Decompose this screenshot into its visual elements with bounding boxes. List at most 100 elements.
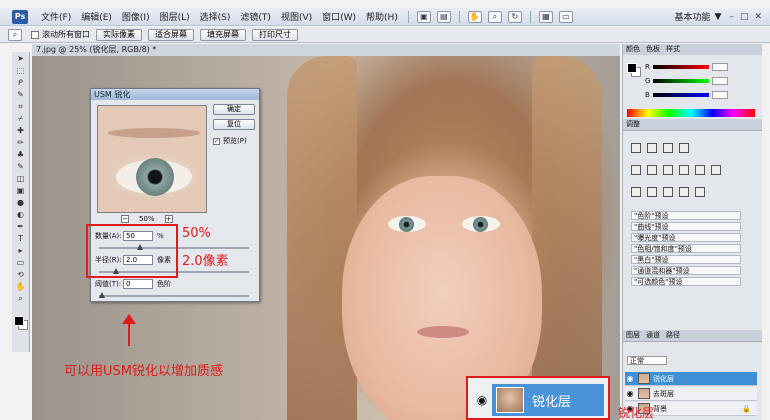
arrange-documents-icon[interactable]: ▦ [538, 10, 553, 23]
preset-levels[interactable]: "色阶"预设 [631, 211, 741, 220]
eye-icon[interactable]: ◉ [625, 389, 635, 398]
green-slider[interactable] [653, 79, 710, 83]
preview-checkbox[interactable]: ✓ 预览(P) [213, 136, 247, 146]
ok-button[interactable]: 确定 [213, 104, 255, 115]
blur-tool-icon[interactable]: ● [14, 198, 28, 208]
lasso-tool-icon[interactable]: ᑭ [14, 78, 28, 88]
type-tool-icon[interactable]: T [14, 234, 28, 244]
shape-tool-icon[interactable]: ▭ [14, 258, 28, 268]
hand-tool-icon[interactable]: ✋ [467, 10, 482, 23]
color-spectrum[interactable] [627, 109, 755, 117]
zoom-out-button[interactable]: − [121, 215, 129, 223]
tab-channels[interactable]: 通道 [646, 330, 660, 341]
bridge-icon[interactable]: ▣ [416, 10, 431, 23]
menu-filter[interactable]: 滤镜(T) [235, 10, 276, 23]
zoom-tool-preset-icon[interactable]: ⌕ [8, 28, 22, 41]
threshold-slider[interactable] [99, 292, 249, 298]
layer-row-despeckle[interactable]: ◉ 去斑层 [625, 387, 757, 401]
marquee-tool-icon[interactable]: ⬚ [14, 66, 28, 76]
panel-foreground-color[interactable] [627, 63, 637, 73]
crop-tool-icon[interactable]: ⌗ [14, 102, 28, 112]
color-balance-icon[interactable] [663, 165, 673, 175]
print-size-button[interactable]: 打印尺寸 [252, 28, 298, 41]
mini-bridge-icon[interactable]: ▤ [436, 10, 451, 23]
red-slider[interactable] [652, 65, 709, 69]
quick-select-tool-icon[interactable]: ✎ [14, 90, 28, 100]
preset-black-white[interactable]: "黑白"预设 [631, 255, 741, 264]
eye-icon[interactable]: ◉ [625, 374, 635, 383]
screen-mode-icon[interactable]: ▭ [558, 10, 573, 23]
hand-tool-icon[interactable]: ✋ [14, 282, 28, 292]
scroll-all-windows-checkbox[interactable]: 滚动所有窗口 [31, 29, 90, 40]
preset-channel-mixer[interactable]: "通道混和器"预设 [631, 266, 741, 275]
red-value[interactable] [711, 63, 728, 71]
clone-stamp-icon[interactable]: ♣ [14, 150, 28, 160]
blue-value[interactable] [711, 91, 728, 99]
threshold-icon[interactable] [663, 187, 673, 197]
actual-pixels-button[interactable]: 实际像素 [96, 28, 142, 41]
tab-paths[interactable]: 路径 [666, 330, 680, 341]
tab-styles[interactable]: 样式 [666, 44, 680, 55]
menu-help[interactable]: 帮助(H) [361, 10, 403, 23]
zoom-in-button[interactable]: + [164, 215, 173, 223]
threshold-input[interactable] [123, 279, 153, 289]
tab-swatches[interactable]: 色板 [646, 44, 660, 55]
minimize-icon[interactable]: – [729, 12, 734, 22]
move-tool-icon[interactable]: ➤ [14, 54, 28, 64]
layer-row-sharpen[interactable]: ◉ 锐化层 [625, 372, 757, 386]
dialog-preview[interactable] [97, 105, 207, 213]
invert-icon[interactable] [631, 187, 641, 197]
gradient-map-icon[interactable] [679, 187, 689, 197]
hue-saturation-icon[interactable] [647, 165, 657, 175]
history-brush-icon[interactable]: ✎ [14, 162, 28, 172]
photo-filter-icon[interactable] [695, 165, 705, 175]
fill-screen-button[interactable]: 填充屏幕 [200, 28, 246, 41]
preset-hue-saturation[interactable]: "色相/饱和度"预设 [631, 244, 741, 253]
gradient-tool-icon[interactable]: ▣ [14, 186, 28, 196]
zoom-tool-icon[interactable]: ⌕ [14, 294, 28, 304]
document-tab[interactable]: 7.jpg @ 25% (锐化层, RGB/8) * [32, 44, 620, 56]
menu-edit[interactable]: 编辑(E) [76, 10, 117, 23]
blue-slider[interactable] [652, 93, 709, 97]
blend-mode-select[interactable]: 正常 [627, 356, 667, 365]
preset-exposure[interactable]: "曝光度"预设 [631, 233, 741, 242]
dodge-tool-icon[interactable]: ◐ [14, 210, 28, 220]
menu-layer[interactable]: 图层(L) [155, 10, 195, 23]
posterize-icon[interactable] [647, 187, 657, 197]
rotate-view-icon[interactable]: ↻ [507, 10, 522, 23]
workspace-switcher[interactable]: 基本功能 ▼ [675, 10, 722, 24]
tab-adjustments[interactable]: 调整 [626, 119, 640, 130]
threshold-slider-thumb[interactable] [99, 292, 105, 298]
3d-rotate-icon[interactable]: ⟲ [14, 270, 28, 280]
green-value[interactable] [712, 77, 729, 85]
black-white-icon[interactable] [679, 165, 689, 175]
brush-tool-icon[interactable]: ✏ [14, 138, 28, 148]
path-select-icon[interactable]: ▸ [14, 246, 28, 256]
fit-screen-button[interactable]: 适合屏幕 [148, 28, 194, 41]
preset-curves[interactable]: "曲线"预设 [631, 222, 741, 231]
eraser-tool-icon[interactable]: ◫ [14, 174, 28, 184]
curves-icon[interactable] [663, 143, 673, 153]
menu-select[interactable]: 选择(S) [195, 10, 236, 23]
tab-color[interactable]: 颜色 [626, 44, 640, 55]
vibrance-icon[interactable] [631, 165, 641, 175]
eyedropper-tool-icon[interactable]: ⌿ [14, 114, 28, 124]
menu-file[interactable]: 文件(F) [36, 10, 76, 23]
pen-tool-icon[interactable]: ✒ [14, 222, 28, 232]
exposure-icon[interactable] [679, 143, 689, 153]
levels-icon[interactable] [647, 143, 657, 153]
preset-selective-color[interactable]: "可选颜色"预设 [631, 277, 741, 286]
selective-color-icon[interactable] [695, 187, 705, 197]
menu-view[interactable]: 视图(V) [276, 10, 317, 23]
healing-brush-icon[interactable]: ✚ [14, 126, 28, 136]
foreground-color-swatch[interactable] [14, 316, 24, 326]
menu-window[interactable]: 窗口(W) [317, 10, 361, 23]
close-icon[interactable]: ✕ [754, 12, 762, 22]
menu-image[interactable]: 图像(I) [117, 10, 155, 23]
zoom-tool-icon[interactable]: ⌕ [487, 10, 502, 23]
brightness-icon[interactable] [631, 143, 641, 153]
reset-button[interactable]: 复位 [213, 119, 255, 130]
maximize-icon[interactable]: □ [740, 12, 749, 22]
tab-layers[interactable]: 图层 [626, 330, 640, 341]
channel-mixer-icon[interactable] [711, 165, 721, 175]
